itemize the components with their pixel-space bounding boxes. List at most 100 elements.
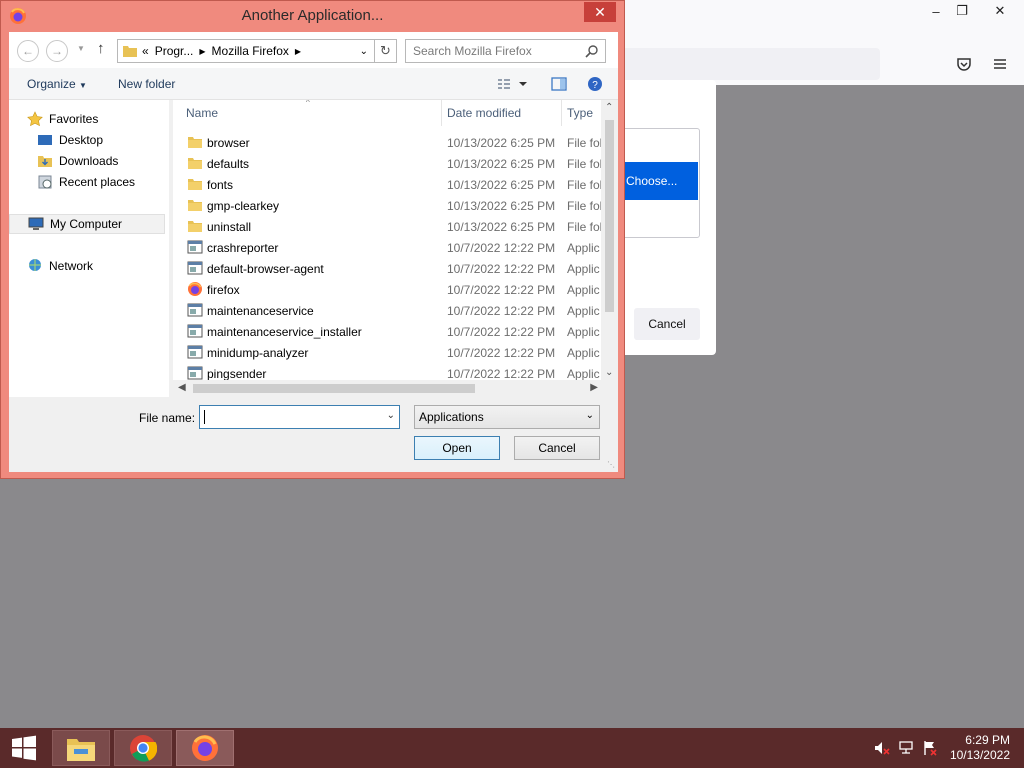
search-icon[interactable] — [585, 44, 599, 58]
dialog-titlebar[interactable]: Another Application... ✕ — [1, 1, 624, 32]
file-row[interactable]: default-browser-agent 10/7/2022 12:22 PM A… — [173, 258, 603, 279]
scroll-right-icon[interactable]: ▶ — [590, 382, 598, 393]
windows-logo-icon — [12, 735, 36, 761]
chrome-icon — [130, 735, 157, 762]
open-button[interactable]: Open — [414, 436, 500, 460]
file-row[interactable]: browser 10/13/2022 6:25 PM File fol — [173, 132, 603, 153]
nav-item-recent-places[interactable]: Recent places — [37, 172, 193, 192]
text-caret — [204, 410, 205, 424]
file-type: Applic — [567, 283, 600, 297]
chevron-down-icon: ▼ — [79, 81, 87, 90]
file-row[interactable]: minidump-analyzer 10/7/2022 12:22 PM Appli… — [173, 342, 603, 363]
forward-button[interactable]: → — [46, 40, 68, 62]
help-icon[interactable]: ? — [587, 76, 603, 95]
up-arrow-icon[interactable]: ↑ — [97, 40, 105, 57]
file-row[interactable]: defaults 10/13/2022 6:25 PM File fol — [173, 153, 603, 174]
file-name: gmp-clearkey — [207, 199, 280, 213]
nav-label: My Computer — [50, 217, 123, 231]
menu-icon[interactable] — [988, 52, 1012, 76]
vertical-scroll-thumb[interactable] — [605, 120, 614, 312]
close-window-button[interactable]: ✕ — [980, 0, 1020, 22]
horizontal-scroll-thumb[interactable] — [193, 384, 475, 393]
restore-button[interactable]: ❐ — [942, 0, 982, 22]
column-header-date[interactable]: Date modified — [447, 100, 521, 126]
column-header-type[interactable]: Type — [567, 100, 593, 126]
file-row[interactable]: maintenanceservice_installer 10/7/2022 12… — [173, 321, 603, 342]
refresh-button[interactable]: ↻ — [375, 39, 397, 63]
file-explorer-icon — [67, 739, 95, 761]
action-center-flag-icon[interactable] — [920, 728, 940, 768]
file-row[interactable]: crashreporter 10/7/2022 12:22 PM Applic — [173, 237, 603, 258]
preview-pane-icon[interactable] — [551, 76, 567, 95]
file-row[interactable]: maintenanceservice 10/7/2022 12:22 PM Appl… — [173, 300, 603, 321]
recent-places-icon — [38, 175, 52, 189]
breadcrumb-segment[interactable]: Mozilla Firefox — [212, 44, 289, 58]
file-date: 10/13/2022 6:25 PM — [447, 136, 556, 150]
scroll-down-icon[interactable]: ⌄ — [605, 367, 613, 378]
file-name: maintenanceservice_installer — [207, 325, 362, 339]
column-separator[interactable] — [441, 100, 442, 126]
view-options-icon[interactable] — [497, 78, 527, 93]
column-header-name[interactable]: Name — [186, 100, 218, 126]
file-date: 10/7/2022 12:22 PM — [447, 262, 556, 276]
file-type: File fol — [567, 157, 603, 171]
breadcrumb-separator-icon[interactable]: ▶ — [199, 47, 205, 56]
folder-icon — [187, 218, 203, 234]
search-input[interactable]: Search Mozilla Firefox — [405, 39, 606, 63]
column-label: Type — [567, 106, 594, 120]
file-name: minidump-analyzer — [207, 346, 309, 360]
file-row[interactable]: fonts 10/13/2022 6:25 PM File fol — [173, 174, 603, 195]
choose-button[interactable]: Choose... — [620, 162, 698, 200]
nav-item-downloads[interactable]: Downloads — [37, 151, 193, 171]
column-label: Date modified — [447, 106, 522, 120]
star-icon — [27, 111, 43, 127]
column-separator[interactable] — [561, 100, 562, 126]
organize-button[interactable]: Organize ▼ — [27, 77, 87, 91]
breadcrumb-segment[interactable]: Progr... — [155, 44, 194, 58]
app-icon — [187, 239, 203, 255]
filename-dropdown-icon[interactable]: ⌄ — [387, 410, 395, 421]
nav-label: Network — [49, 259, 94, 273]
volume-muted-icon[interactable] — [872, 728, 892, 768]
system-clock[interactable]: 6:29 PM 10/13/2022 — [950, 733, 1010, 763]
file-type-select[interactable]: Applications ⌄ — [414, 405, 600, 429]
taskbar-file-explorer[interactable] — [52, 730, 110, 766]
background-cancel-button[interactable]: Cancel — [634, 308, 700, 340]
file-date: 10/7/2022 12:22 PM — [447, 367, 556, 381]
nav-item-desktop[interactable]: Desktop — [37, 130, 193, 150]
network-status-icon[interactable] — [896, 728, 916, 768]
taskbar-firefox[interactable] — [176, 730, 234, 766]
file-date: 10/7/2022 12:22 PM — [447, 346, 556, 360]
address-bar[interactable]: « Progr... ▶ Mozilla Firefox ▶ ⌄ — [117, 39, 375, 63]
resize-grip-icon[interactable]: ⋱ — [607, 460, 615, 469]
start-button[interactable] — [0, 730, 48, 766]
file-row[interactable]: firefox 10/7/2022 12:22 PM Applic — [173, 279, 603, 300]
recent-locations-chevron-icon[interactable]: ▼ — [77, 44, 85, 53]
taskbar-chrome[interactable] — [114, 730, 172, 766]
file-row[interactable]: gmp-clearkey 10/13/2022 6:25 PM File fol — [173, 195, 603, 216]
scroll-left-icon[interactable]: ◀ — [178, 382, 186, 393]
clock-time: 6:29 PM — [965, 733, 1010, 747]
pocket-icon[interactable] — [952, 52, 976, 76]
file-date: 10/13/2022 6:25 PM — [447, 199, 556, 213]
file-name: crashreporter — [207, 241, 279, 255]
horizontal-scrollbar[interactable]: ◀ ▶ — [173, 380, 618, 397]
new-folder-button[interactable]: New folder — [118, 77, 175, 91]
url-bar[interactable] — [620, 48, 880, 80]
file-name: defaults — [207, 157, 250, 171]
breadcrumb-separator-icon[interactable]: ▶ — [295, 47, 301, 56]
address-dropdown-icon[interactable]: ⌄ — [360, 46, 368, 57]
filename-input[interactable]: ⌄ — [199, 405, 400, 429]
app-icon — [187, 323, 203, 339]
nav-item-favorites[interactable]: Favorites — [27, 109, 183, 129]
dialog-close-button[interactable]: ✕ — [584, 2, 616, 22]
file-row[interactable]: uninstall 10/13/2022 6:25 PM File fol — [173, 216, 603, 237]
scroll-up-icon[interactable]: ⌃ — [605, 102, 613, 113]
nav-item-network[interactable]: Network — [27, 256, 183, 276]
cancel-button[interactable]: Cancel — [514, 436, 600, 460]
nav-item-my-computer[interactable]: My Computer — [9, 214, 165, 234]
chevron-down-icon: ⌄ — [585, 410, 594, 421]
vertical-scrollbar[interactable]: ⌃ ⌄ — [601, 100, 618, 380]
file-date: 10/13/2022 6:25 PM — [447, 220, 556, 234]
back-button[interactable]: ← — [17, 40, 39, 62]
